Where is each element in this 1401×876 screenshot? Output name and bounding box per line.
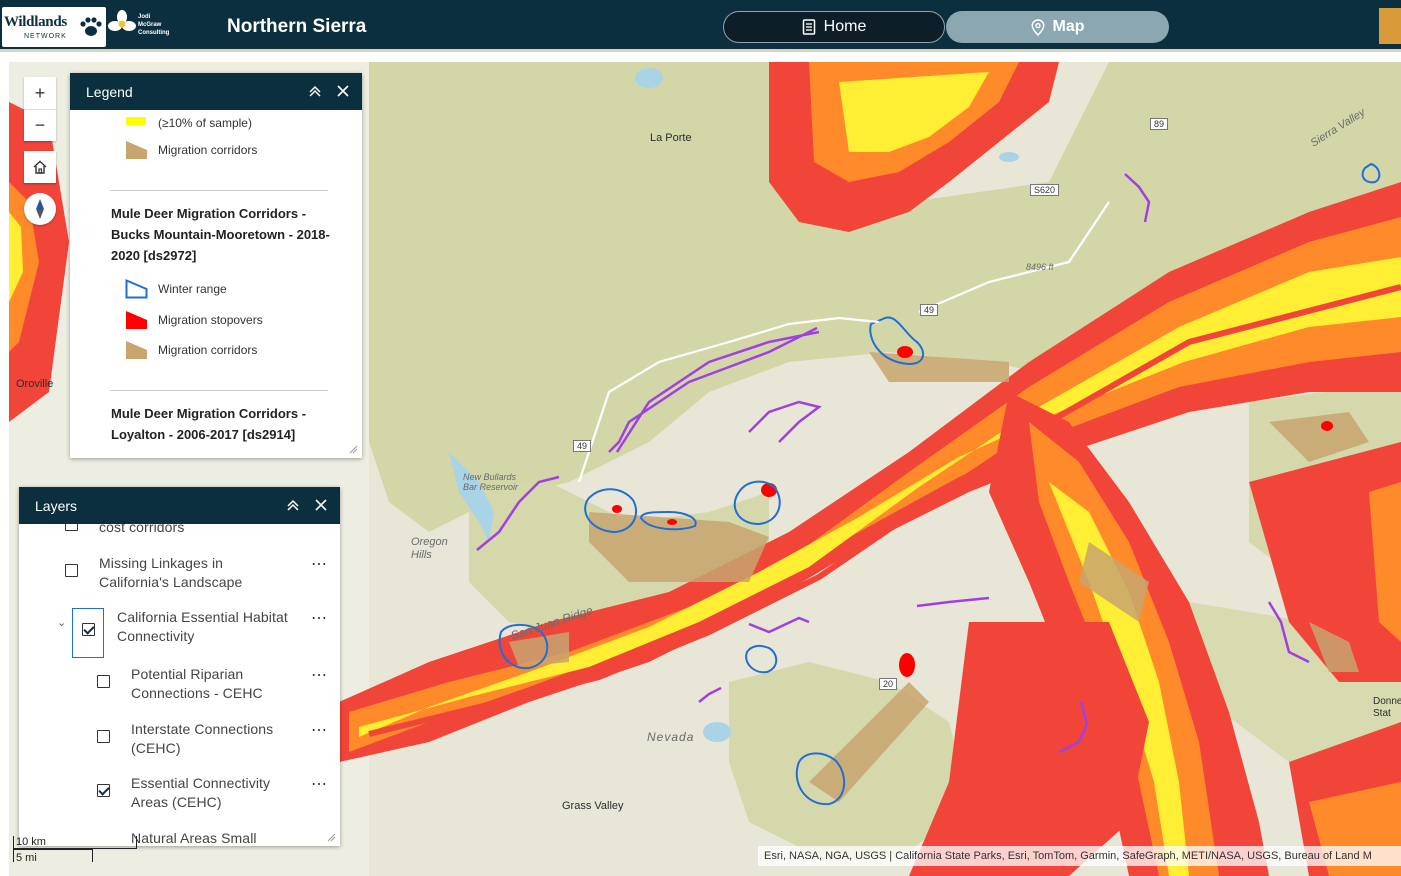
chevron-down-icon[interactable]: ⌄ bbox=[57, 616, 66, 629]
yellow-swatch-icon bbox=[126, 117, 146, 125]
default-extent-button[interactable] bbox=[24, 151, 56, 183]
partner-name: Jodi McGraw Consulting bbox=[138, 14, 170, 36]
layers-title: Layers bbox=[35, 497, 78, 514]
layer-options-button[interactable]: ⋯ bbox=[311, 554, 328, 574]
place-label: Oroville bbox=[16, 378, 54, 390]
place-label: Nevada bbox=[647, 730, 695, 744]
legend-group-title: Mule Deer Migration Corridors - Bucks Mo… bbox=[111, 206, 330, 263]
scale-bar: 10 km 5 mi bbox=[13, 836, 138, 870]
layer-item[interactable]: Essential Connectivity Areas (CEHC) ⋯ bbox=[19, 774, 340, 814]
layer-checkbox[interactable] bbox=[65, 564, 78, 577]
org-name: Wildlands bbox=[4, 14, 67, 30]
layer-checkbox[interactable] bbox=[97, 784, 110, 797]
legend-divider bbox=[110, 190, 328, 191]
wildlands-logo[interactable]: Wildlands NETWORK bbox=[2, 7, 106, 47]
close-icon[interactable] bbox=[334, 82, 352, 100]
legend-group-title: Mule Deer Migration Corridors - Loyalton… bbox=[111, 406, 307, 442]
legend-body[interactable]: (≥10% of sample) Migration corridors Mul… bbox=[70, 110, 362, 458]
route-shield: S620 bbox=[1030, 184, 1060, 196]
place-label: Oregon Hills bbox=[411, 536, 448, 561]
close-icon[interactable] bbox=[312, 496, 330, 514]
route-shield: 20 bbox=[879, 678, 898, 690]
legend-item: (≥10% of sample) bbox=[125, 113, 252, 133]
map-nav-button[interactable]: Map bbox=[946, 11, 1169, 43]
legend-item: Migration stopovers bbox=[125, 310, 263, 330]
layer-item[interactable]: Potential Riparian Connections - CEHC ⋯ bbox=[19, 665, 340, 705]
elevation-label: 8496 ft bbox=[1026, 262, 1054, 272]
compass-icon bbox=[36, 199, 44, 219]
layer-item[interactable]: Interstate Connections (CEHC) ⋯ bbox=[19, 720, 340, 760]
place-label: Donner Stat bbox=[1373, 696, 1401, 719]
corridor-swatch-icon bbox=[126, 141, 147, 159]
route-shield: 89 bbox=[1150, 118, 1169, 130]
route-shield: 49 bbox=[573, 440, 592, 452]
resize-grip-icon[interactable] bbox=[349, 445, 358, 454]
layer-item[interactable]: cost corridors bbox=[19, 524, 340, 542]
home-nav-button[interactable]: Home bbox=[723, 11, 945, 43]
layer-checkbox[interactable] bbox=[82, 623, 95, 636]
winter-range-swatch-icon bbox=[125, 279, 148, 299]
place-label: Grass Valley bbox=[562, 800, 624, 812]
layer-checkbox[interactable] bbox=[97, 675, 110, 688]
compass-button[interactable] bbox=[24, 193, 56, 225]
legend-header: Legend bbox=[70, 73, 362, 110]
home-icon bbox=[33, 160, 47, 174]
layer-options-button[interactable]: ⋯ bbox=[311, 608, 328, 628]
layers-list[interactable]: cost corridors Missing Linkages in Calif… bbox=[19, 524, 340, 846]
scale-mi-label: 5 mi bbox=[16, 852, 37, 864]
collapse-icon[interactable] bbox=[306, 82, 324, 100]
corridor-swatch-icon bbox=[126, 341, 147, 359]
scale-km-label: 10 km bbox=[16, 836, 46, 848]
legend-title: Legend bbox=[86, 83, 133, 100]
layers-panel: Layers cost corridors Missing Linkages i… bbox=[19, 487, 340, 846]
layer-checkbox[interactable] bbox=[97, 730, 110, 743]
map-attribution[interactable]: Esri, NASA, NGA, USGS | California State… bbox=[758, 846, 1401, 866]
layers-header: Layers bbox=[19, 487, 340, 524]
place-label: La Porte bbox=[650, 132, 692, 144]
layer-options-button[interactable]: ⋯ bbox=[311, 665, 328, 685]
map-pin-icon bbox=[1031, 18, 1044, 36]
legend-panel: Legend (≥10% of sample) Migration corrid… bbox=[70, 73, 362, 458]
app-header: Wildlands NETWORK Jodi McGraw Consulting… bbox=[0, 0, 1401, 52]
page-title: Northern Sierra bbox=[227, 16, 367, 37]
header-accent-button[interactable] bbox=[1379, 8, 1401, 44]
org-sub: NETWORK bbox=[24, 33, 67, 40]
legend-divider bbox=[110, 390, 328, 391]
place-label: New Bullards Bar Reservoir bbox=[463, 472, 519, 492]
map-nav-label: Map bbox=[1052, 18, 1085, 35]
layer-checkbox[interactable] bbox=[65, 524, 78, 531]
layer-options-button[interactable]: ⋯ bbox=[311, 774, 328, 794]
layer-item[interactable]: ⌄ California Essential Habitat Connectiv… bbox=[19, 608, 340, 658]
flower-icon bbox=[108, 10, 136, 31]
resize-grip-icon[interactable] bbox=[327, 833, 336, 842]
legend-item: Migration corridors bbox=[125, 140, 257, 160]
zoom-in-button[interactable]: + bbox=[24, 77, 56, 109]
stopover-swatch-icon bbox=[126, 311, 147, 329]
zoom-out-button[interactable]: − bbox=[24, 109, 56, 141]
paw-icon bbox=[80, 17, 102, 36]
legend-item: Winter range bbox=[125, 279, 227, 299]
layer-options-button[interactable]: ⋯ bbox=[311, 720, 328, 740]
partner-logo[interactable]: Jodi McGraw Consulting bbox=[108, 9, 174, 45]
document-icon bbox=[802, 19, 815, 35]
layer-item[interactable]: Missing Linkages in California's Landsca… bbox=[19, 554, 340, 594]
collapse-icon[interactable] bbox=[284, 496, 302, 514]
zoom-controls: + − bbox=[24, 77, 56, 141]
route-shield: 49 bbox=[920, 304, 939, 316]
home-nav-label: Home bbox=[823, 18, 867, 35]
legend-item: Migration corridors bbox=[125, 340, 257, 360]
